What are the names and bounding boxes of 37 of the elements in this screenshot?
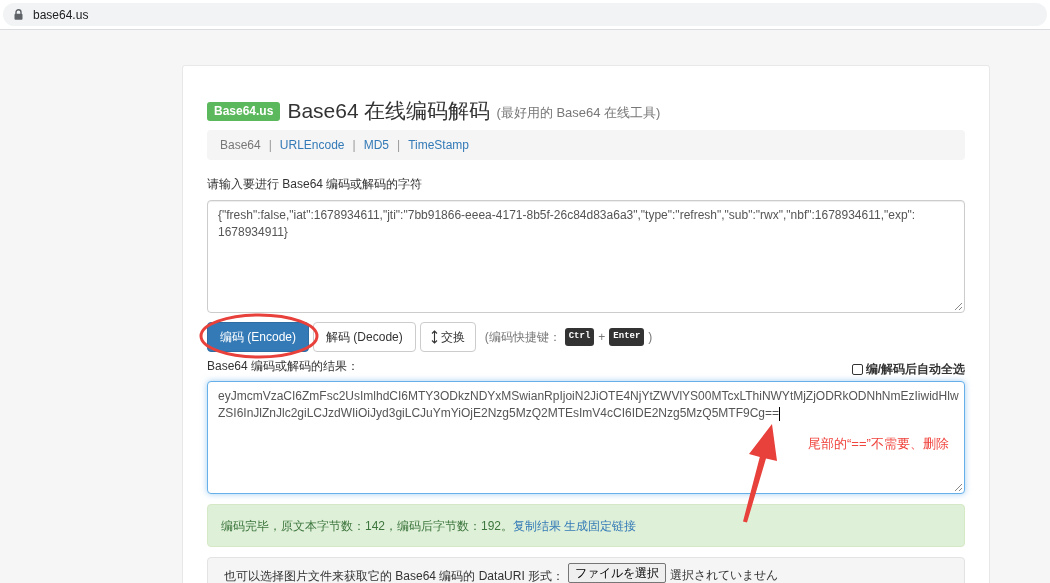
status-link[interactable]: 复制结果 <box>513 518 562 533</box>
text-caret <box>779 406 781 421</box>
status-message: 编码完毕，原文本字节数：142，编码后字节数：192。复制结果 生成固定链接 <box>221 517 637 535</box>
up-down-arrow-icon <box>430 330 438 344</box>
page-subtitle: (最好用的 Base64 在线工具) <box>496 104 661 123</box>
nav-link[interactable]: TimeStamp <box>408 136 470 154</box>
key-separator: + <box>598 329 606 346</box>
input-textarea[interactable]: {"fresh":false,"iat":1678934611,"jti":"7bb91866-eeea-4171-8b5f-26c84d83a6a3","type":"refresh","sub":"rwx","nbf":1678934611,"exp": 1678934911} <box>207 200 965 313</box>
nav-link[interactable]: URLEncode <box>279 136 345 154</box>
nav-separator: | <box>268 137 272 154</box>
address-bar[interactable]: base64.us <box>3 3 1047 26</box>
page-title: Base64 在线编码解码 <box>287 98 491 125</box>
shortcut-hint-text: ) <box>648 329 653 346</box>
url-text: base64.us <box>33 6 89 24</box>
resize-grip-icon[interactable] <box>954 302 962 310</box>
lock-icon <box>14 9 23 20</box>
auto-select-label[interactable]: 编/解码后自动全选 <box>865 360 965 378</box>
nav-separator: | <box>397 137 401 154</box>
resize-grip-icon[interactable] <box>954 483 962 491</box>
keyboard-key: Enter <box>609 328 645 346</box>
output-label: Base64 编码或解码的结果： <box>207 358 360 375</box>
swap-button[interactable]: 交换 <box>419 322 476 352</box>
input-label: 请输入要进行 Base64 编码或解码的字符 <box>207 177 424 192</box>
nav-separator: | <box>352 137 356 154</box>
choose-file-button[interactable]: ファイルを選択 <box>568 563 667 583</box>
decode-button[interactable]: 解码 (Decode) <box>313 322 416 352</box>
nav-link[interactable]: Base64 <box>220 136 261 154</box>
encode-button[interactable]: 编码 (Encode) <box>207 322 310 352</box>
status-link[interactable]: 生成固定链接 <box>564 518 637 533</box>
nav-link[interactable]: MD5 <box>363 136 389 154</box>
annotation-note: 尾部的“==”不需要、删除 <box>808 435 949 453</box>
site-badge: Base64.us <box>207 101 281 121</box>
file-picker-label: 也可以选择图片文件来获取它的 Base64 编码的 DataURI 形式： <box>224 568 565 583</box>
keyboard-key: Ctrl <box>564 328 595 346</box>
auto-select-checkbox[interactable] <box>851 363 863 375</box>
file-status-text: 選択されていません <box>670 567 779 583</box>
shortcut-hint-text: (编码快捷键： <box>484 329 561 346</box>
